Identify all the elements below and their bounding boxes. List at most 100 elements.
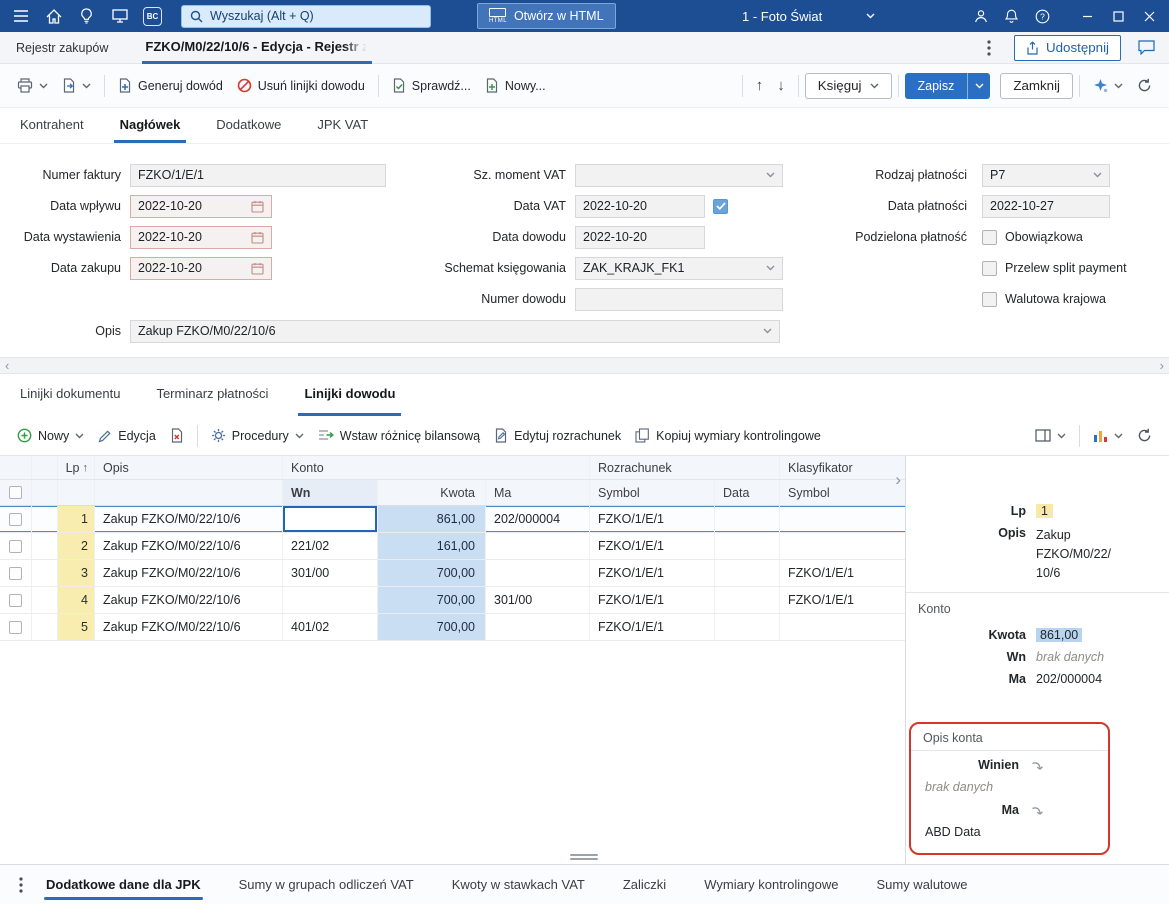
delete-document-lines-button[interactable]: Usuń linijki dowodu — [230, 71, 372, 101]
scroll-right-icon[interactable]: › — [1160, 359, 1164, 372]
cell-wn[interactable] — [283, 587, 378, 613]
move-down-button[interactable]: ↓ — [770, 71, 792, 101]
header-klasyfikator-symbol[interactable]: Symbol — [780, 480, 905, 505]
open-in-html-button[interactable]: HTML Otwórz w HTML — [477, 3, 616, 29]
insert-balance-diff-button[interactable]: Wstaw różnicę bilansową — [311, 421, 487, 451]
cell-lp[interactable]: 2 — [58, 533, 95, 559]
cell-rozrachunek-symbol[interactable]: FZKO/1/E/1 — [590, 533, 715, 559]
purchase-date-input[interactable]: 2022-10-20 — [130, 256, 272, 280]
scroll-left-icon[interactable]: ‹ — [5, 359, 9, 372]
cell-opis[interactable]: Zakup FZKO/M0/22/10/6 — [95, 533, 283, 559]
check-button[interactable]: Sprawdź... — [385, 71, 478, 101]
row-checkbox[interactable] — [9, 593, 22, 607]
vat-moment-select[interactable] — [575, 163, 783, 187]
apps-button[interactable] — [103, 0, 136, 32]
tab-terminarz-platnosci[interactable]: Terminarz płatności — [150, 374, 274, 416]
description-select[interactable]: Zakup FZKO/M0/22/10/6 — [130, 319, 780, 343]
row-checkbox[interactable] — [9, 539, 22, 553]
save-dropdown[interactable] — [968, 73, 990, 99]
cell-klasyfikator-symbol[interactable] — [780, 506, 905, 532]
cell-lp[interactable]: 5 — [58, 614, 95, 640]
grid-edit-button[interactable]: Edycja — [91, 421, 163, 451]
cell-klasyfikator-symbol[interactable] — [780, 614, 905, 640]
more-columns-icon[interactable]: › — [895, 470, 901, 490]
menu-button[interactable] — [4, 0, 37, 32]
invoice-number-input[interactable]: FZKO/1/E/1 — [130, 163, 386, 187]
tab-kontrahent[interactable]: Kontrahent — [14, 108, 90, 143]
grid-refresh-button[interactable] — [1130, 421, 1159, 451]
grid-procedures-button[interactable]: Procedury — [204, 421, 311, 451]
print-button[interactable] — [10, 71, 55, 101]
cell-rozrachunek-symbol[interactable]: FZKO/1/E/1 — [590, 506, 715, 532]
header-lp[interactable]: Lp ↑ — [58, 456, 95, 479]
cell-kwota[interactable]: 861,00 — [378, 506, 486, 532]
posting-schema-select[interactable]: ZAK_KRAJK_FK1 — [575, 256, 783, 280]
table-row[interactable]: 4 Zakup FZKO/M0/22/10/6 700,00 301/00 FZ… — [0, 587, 905, 614]
bottom-tab-sumy-odliczen-vat[interactable]: Sumy w grupach odliczeń VAT — [233, 865, 420, 904]
grid-new-button[interactable]: Nowy — [10, 421, 91, 451]
maximize-button[interactable] — [1103, 0, 1134, 32]
export-button[interactable] — [55, 71, 98, 101]
feedback-button[interactable] — [1133, 35, 1159, 61]
tab-naglowek[interactable]: Nagłówek — [113, 108, 187, 143]
split-payment-mandatory-checkbox[interactable] — [982, 229, 997, 245]
save-button[interactable]: Zapisz — [904, 72, 991, 99]
header-rozrachunek-symbol[interactable]: Symbol — [590, 480, 715, 505]
domestic-currency-checkbox[interactable] — [982, 291, 997, 307]
payment-type-select[interactable]: P7 — [982, 163, 1110, 187]
cell-kwota[interactable]: 700,00 — [378, 587, 486, 613]
row-checkbox[interactable] — [9, 620, 22, 634]
edit-settlement-button[interactable]: Edytuj rozrachunek — [487, 421, 628, 451]
cell-ma[interactable] — [486, 560, 590, 586]
cell-wn[interactable]: 301/00 — [283, 560, 378, 586]
row-checkbox[interactable] — [9, 512, 22, 526]
notifications-button[interactable] — [996, 0, 1027, 32]
doc-number-input[interactable] — [575, 287, 783, 311]
payment-date-input[interactable]: 2022-10-27 — [982, 194, 1110, 218]
close-document-button[interactable]: Zamknij — [1000, 72, 1073, 99]
company-picker[interactable]: 1 - Foto Świat — [742, 0, 875, 32]
row-checkbox[interactable] — [9, 566, 22, 580]
insights-button[interactable] — [70, 0, 103, 32]
new-document-button[interactable]: Nowy... — [478, 71, 553, 101]
cell-wn[interactable]: 401/02 — [283, 614, 378, 640]
more-options-button[interactable] — [976, 35, 1002, 61]
cell-opis[interactable]: Zakup FZKO/M0/22/10/6 — [95, 614, 283, 640]
layout-options-button[interactable] — [1028, 421, 1073, 451]
cell-lp[interactable]: 4 — [58, 587, 95, 613]
global-search[interactable] — [181, 4, 431, 28]
header-rozrachunek-data[interactable]: Data — [715, 480, 780, 505]
tab-jpk-vat[interactable]: JPK VAT — [311, 108, 374, 143]
table-row[interactable]: 2 Zakup FZKO/M0/22/10/6 221/02 161,00 FZ… — [0, 533, 905, 560]
copy-dimensions-button[interactable]: Kopiuj wymiary kontrolingowe — [628, 421, 828, 451]
cell-wn[interactable] — [283, 506, 378, 532]
select-all-checkbox[interactable] — [9, 486, 22, 499]
tab-dodatkowe[interactable]: Dodatkowe — [210, 108, 287, 143]
grid-delete-button[interactable] — [163, 421, 191, 451]
cell-rozrachunek-symbol[interactable]: FZKO/1/E/1 — [590, 560, 715, 586]
cell-rozrachunek-symbol[interactable]: FZKO/1/E/1 — [590, 614, 715, 640]
minimize-button[interactable] — [1072, 0, 1103, 32]
cell-klasyfikator-symbol[interactable]: FZKO/1/E/1 — [780, 587, 905, 613]
cell-wn[interactable]: 221/02 — [283, 533, 378, 559]
help-button[interactable]: ? — [1027, 0, 1058, 32]
cell-opis[interactable]: Zakup FZKO/M0/22/10/6 — [95, 587, 283, 613]
account-button[interactable] — [965, 0, 996, 32]
cell-rozrachunek-data[interactable] — [715, 560, 780, 586]
tab-linijki-dowodu[interactable]: Linijki dowodu — [298, 374, 402, 416]
chart-view-button[interactable] — [1086, 421, 1130, 451]
bottom-tab-wymiary-kontrolingowe[interactable]: Wymiary kontrolingowe — [698, 865, 844, 904]
cell-rozrachunek-data[interactable] — [715, 614, 780, 640]
bottom-tab-dodatkowe-dane-jpk[interactable]: Dodatkowe dane dla JPK — [40, 865, 207, 904]
table-row[interactable]: 1 Zakup FZKO/M0/22/10/6 861,00 202/00000… — [0, 506, 905, 533]
pane-splitter-handle[interactable] — [570, 852, 598, 861]
bottom-tab-kwoty-stawki-vat[interactable]: Kwoty w stawkach VAT — [446, 865, 591, 904]
business-central-button[interactable]: BC — [136, 0, 169, 32]
table-row[interactable]: 5 Zakup FZKO/M0/22/10/6 401/02 700,00 FZ… — [0, 614, 905, 641]
cell-ma[interactable] — [486, 533, 590, 559]
cell-ma[interactable] — [486, 614, 590, 640]
header-opis[interactable]: Opis — [95, 456, 283, 479]
header-group-klasyfikator[interactable]: Klasyfikator — [780, 456, 905, 479]
header-kwota[interactable]: Kwota — [378, 480, 486, 505]
cell-klasyfikator-symbol[interactable]: FZKO/1/E/1 — [780, 560, 905, 586]
